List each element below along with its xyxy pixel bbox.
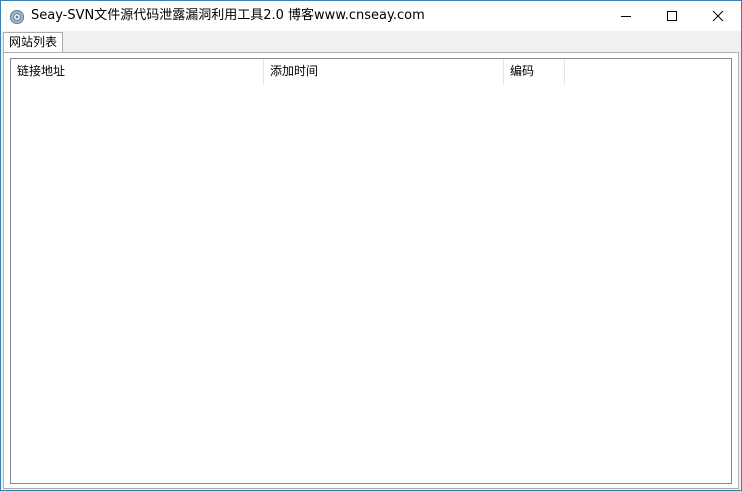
close-icon: [712, 10, 724, 22]
window-title: Seay-SVN文件源代码泄露漏洞利用工具2.0 博客www.cnseay.co…: [31, 8, 425, 23]
column-header-added-time[interactable]: 添加时间: [264, 59, 504, 84]
app-icon[interactable]: [10, 9, 24, 24]
tab-site-list[interactable]: 网站列表: [3, 32, 64, 53]
title-bar[interactable]: Seay-SVN文件源代码泄露漏洞利用工具2.0 博客www.cnseay.co…: [1, 1, 741, 31]
tab-strip: 网站列表: [1, 31, 741, 53]
minimize-icon: [621, 16, 631, 17]
list-header: 链接地址 添加时间 编码: [11, 59, 731, 84]
app-window: Seay-SVN文件源代码泄露漏洞利用工具2.0 博客www.cnseay.co…: [0, 0, 742, 491]
site-list-view[interactable]: 链接地址 添加时间 编码: [10, 58, 732, 484]
maximize-button[interactable]: [649, 1, 695, 31]
maximize-icon: [667, 11, 677, 21]
column-header-url[interactable]: 链接地址: [11, 59, 264, 84]
close-button[interactable]: [695, 1, 741, 31]
column-header-encoding[interactable]: 编码: [504, 59, 565, 84]
tab-page-site-list: 链接地址 添加时间 编码: [3, 52, 739, 489]
minimize-button[interactable]: [603, 1, 649, 31]
